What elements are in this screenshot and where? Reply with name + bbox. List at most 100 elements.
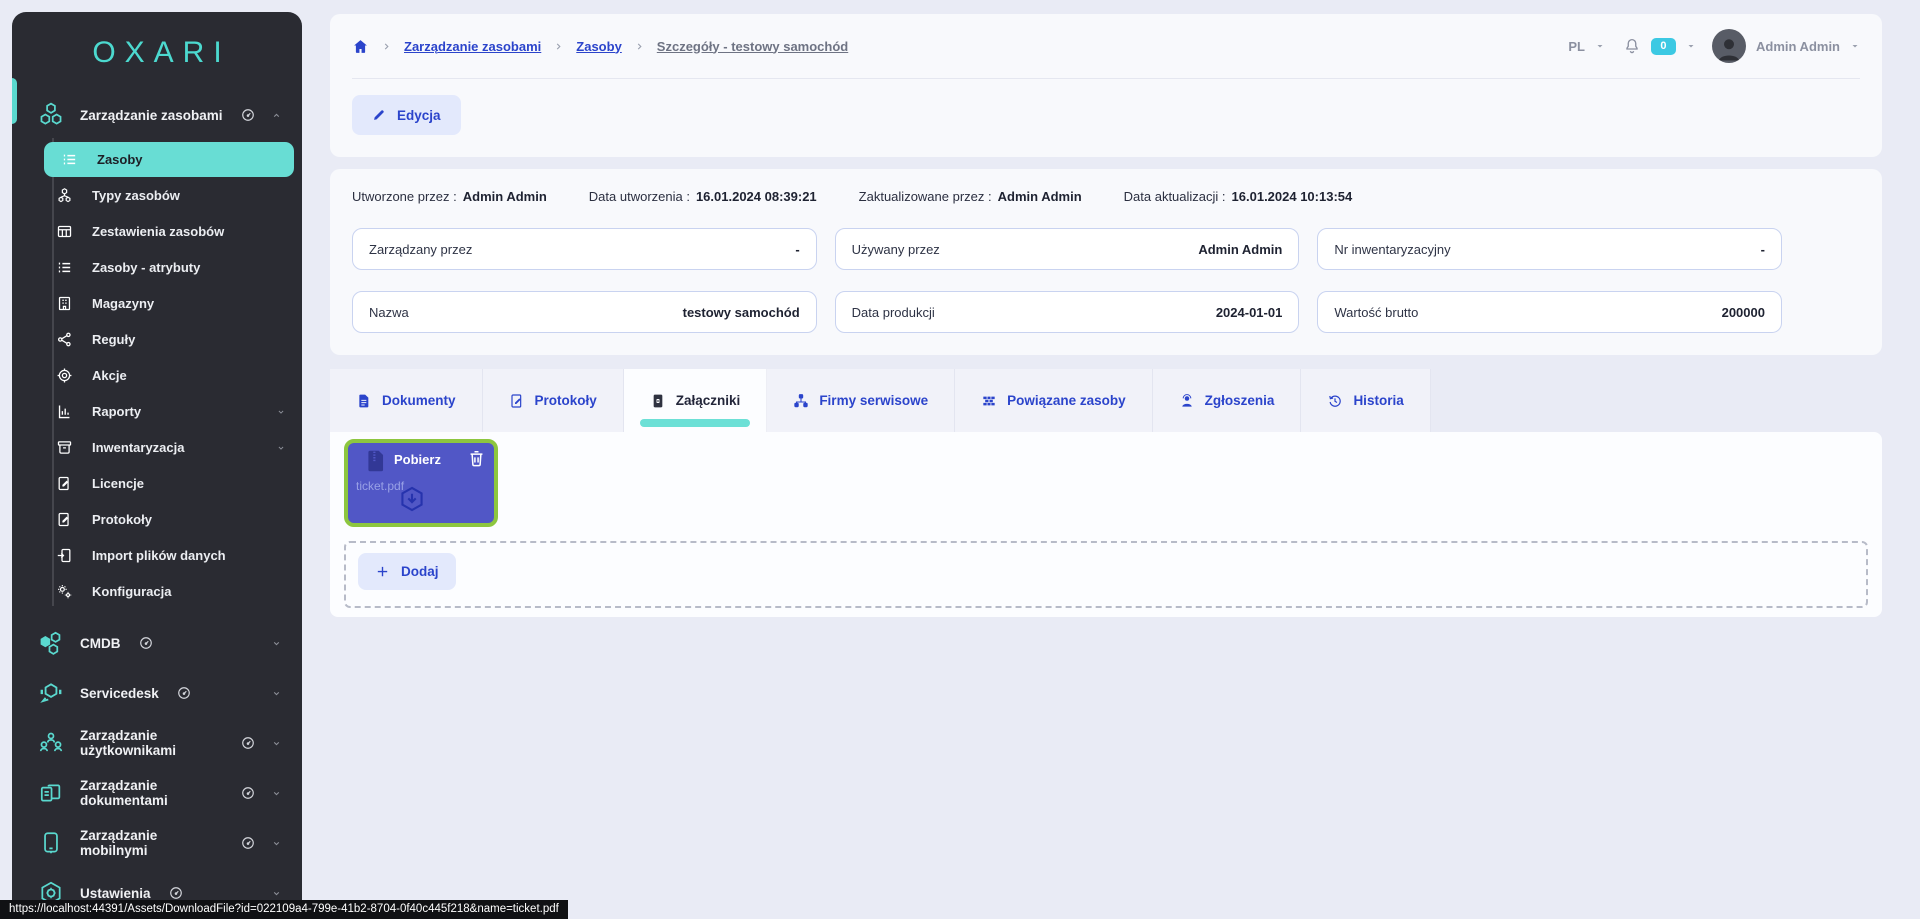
pencil-icon bbox=[372, 108, 386, 122]
details-card: Utworzone przez : Admin Admin Data utwor… bbox=[330, 169, 1882, 355]
field-uzywany-przez[interactable]: Używany przez Admin Admin bbox=[835, 228, 1300, 270]
sidebar-item-reguly[interactable]: Reguły bbox=[12, 322, 302, 357]
sidebar-item-licencje[interactable]: Licencje bbox=[12, 466, 302, 501]
sidebar-item-label: Raporty bbox=[92, 404, 141, 419]
attachment-tile-ticket-pdf[interactable]: Pobierz ticket.pdf bbox=[344, 439, 498, 527]
sidebar-group-zarzadzanie-mobilnymi[interactable]: Zarządzanie mobilnymi bbox=[12, 818, 302, 868]
tab-firmy-serwisowe[interactable]: Firmy serwisowe bbox=[767, 369, 955, 432]
chevron-down-icon bbox=[271, 638, 282, 649]
notification-badge[interactable]: 0 bbox=[1651, 38, 1676, 55]
sidebar-group-zarzadzanie-zasobami[interactable]: Zarządzanie zasobami bbox=[12, 90, 302, 140]
sidebar: OXARI Zarządzanie zasobami Zasoby bbox=[12, 12, 302, 919]
sidebar-item-label: Zestawienia zasobów bbox=[92, 224, 224, 239]
meta-label: Data aktualizacji : bbox=[1124, 189, 1226, 204]
meta-label: Utworzone przez : bbox=[352, 189, 457, 204]
meta-updated-date: Data aktualizacji : 16.01.2024 10:13:54 bbox=[1124, 189, 1353, 204]
field-data-produkcji[interactable]: Data produkcji 2024-01-01 bbox=[835, 291, 1300, 333]
tab-zgloszenia[interactable]: Zgłoszenia bbox=[1153, 369, 1302, 432]
bell-icon[interactable] bbox=[1623, 37, 1641, 55]
headset-icon bbox=[38, 680, 64, 706]
field-nr-inwentaryzacyjny[interactable]: Nr inwentaryzacyjny - bbox=[1317, 228, 1782, 270]
chevron-down-icon bbox=[271, 688, 282, 699]
list-icon bbox=[56, 259, 73, 276]
meta-row: Utworzone przez : Admin Admin Data utwor… bbox=[352, 189, 1860, 204]
chevron-down-icon[interactable] bbox=[1595, 41, 1605, 51]
chevron-down-icon bbox=[271, 888, 282, 899]
add-button[interactable]: Dodaj bbox=[358, 553, 456, 590]
meta-created-by: Utworzone przez : Admin Admin bbox=[352, 189, 547, 204]
trash-icon[interactable] bbox=[467, 449, 486, 468]
sidebar-group-label: Zarządzanie dokumentami bbox=[80, 778, 223, 808]
sidebar-item-akcje[interactable]: Akcje bbox=[12, 358, 302, 393]
sidebar-groups: CMDB Servicedesk bbox=[12, 618, 302, 918]
field-zarzadzany-przez[interactable]: Zarządzany przez - bbox=[352, 228, 817, 270]
tab-zalaczniki[interactable]: Załączniki bbox=[624, 369, 768, 432]
person-icon bbox=[1179, 393, 1195, 409]
user-name[interactable]: Admin Admin bbox=[1756, 39, 1840, 54]
sidebar-group-zarzadzanie-uzytkownikami[interactable]: Zarządzanie użytkownikami bbox=[12, 718, 302, 768]
breadcrumb: Zarządzanie zasobami Zasoby Szczegóły - … bbox=[352, 38, 848, 55]
chevron-down-icon bbox=[271, 738, 282, 749]
avatar[interactable] bbox=[1712, 29, 1746, 63]
breadcrumb-current[interactable]: Szczegóły - testowy samochód bbox=[657, 39, 848, 54]
meta-label: Zaktualizowane przez : bbox=[859, 189, 992, 204]
chevron-down-icon[interactable] bbox=[1850, 41, 1860, 51]
sidebar-item-label: Import plików danych bbox=[92, 548, 226, 563]
sidebar-item-inwentaryzacja[interactable]: Inwentaryzacja bbox=[12, 430, 302, 465]
sidebar-item-label: Inwentaryzacja bbox=[92, 440, 185, 455]
breadcrumb-link-zasoby[interactable]: Zasoby bbox=[576, 39, 622, 54]
tab-protokoly[interactable]: Protokoły bbox=[483, 369, 624, 432]
inventory-box-icon bbox=[56, 439, 73, 456]
sidebar-item-zasoby-atrybuty[interactable]: Zasoby - atrybuty bbox=[12, 250, 302, 285]
sidebar-group-servicedesk[interactable]: Servicedesk bbox=[12, 668, 302, 718]
tab-dokumenty[interactable]: Dokumenty bbox=[330, 369, 483, 432]
field-wartosc-brutto[interactable]: Wartość brutto 200000 bbox=[1317, 291, 1782, 333]
tab-powiazane-zasoby[interactable]: Powiązane zasoby bbox=[955, 369, 1153, 432]
list-icon bbox=[61, 151, 78, 168]
edit-button[interactable]: Edycja bbox=[352, 95, 461, 135]
field-value: 2024-01-01 bbox=[1216, 305, 1283, 320]
chevron-down-icon bbox=[271, 788, 282, 799]
sidebar-item-zestawienia-zasobow[interactable]: Zestawienia zasobów bbox=[12, 214, 302, 249]
meta-label: Data utworzenia : bbox=[589, 189, 690, 204]
fields-grid: Zarządzany przez - Używany przez Admin A… bbox=[352, 228, 1782, 333]
sidebar-group-label: CMDB bbox=[80, 636, 121, 651]
tab-historia[interactable]: Historia bbox=[1301, 369, 1430, 432]
sidebar-group-label: Zarządzanie zasobami bbox=[80, 108, 223, 123]
sidebar-item-import-plikow[interactable]: Import plików danych bbox=[12, 538, 302, 573]
sidebar-item-konfiguracja[interactable]: Konfiguracja bbox=[12, 574, 302, 609]
field-label: Nr inwentaryzacyjny bbox=[1334, 242, 1450, 257]
field-value: Admin Admin bbox=[1198, 242, 1282, 257]
download-label[interactable]: Pobierz bbox=[394, 452, 441, 467]
sidebar-item-raporty[interactable]: Raporty bbox=[12, 394, 302, 429]
field-nazwa[interactable]: Nazwa testowy samochód bbox=[352, 291, 817, 333]
home-icon[interactable] bbox=[352, 38, 369, 55]
chevron-down-icon[interactable] bbox=[1686, 41, 1696, 51]
sidebar-item-typy-zasobow[interactable]: Typy zasobów bbox=[12, 178, 302, 213]
meta-value: 16.01.2024 08:39:21 bbox=[696, 189, 817, 204]
warehouse-icon bbox=[56, 295, 73, 312]
gauge-badge-icon bbox=[241, 786, 255, 800]
field-value: testowy samochód bbox=[683, 305, 800, 320]
meta-value: Admin Admin bbox=[463, 189, 547, 204]
share-nodes-icon bbox=[56, 331, 73, 348]
meta-value: Admin Admin bbox=[998, 189, 1082, 204]
field-label: Data produkcji bbox=[852, 305, 935, 320]
sidebar-group-cmdb[interactable]: CMDB bbox=[12, 618, 302, 668]
sidebar-group-label: Zarządzanie użytkownikami bbox=[80, 728, 223, 758]
sidebar-group-zarzadzanie-dokumentami[interactable]: Zarządzanie dokumentami bbox=[12, 768, 302, 818]
sitemap-icon bbox=[793, 393, 809, 409]
tab-label: Historia bbox=[1353, 393, 1403, 408]
sidebar-item-protokoly[interactable]: Protokoły bbox=[12, 502, 302, 537]
language-selector[interactable]: PL bbox=[1568, 39, 1585, 54]
download-hexagon-icon[interactable] bbox=[398, 485, 426, 513]
sidebar-item-magazyny[interactable]: Magazyny bbox=[12, 286, 302, 321]
chevron-down-icon bbox=[276, 443, 286, 453]
add-attachment-dropzone[interactable]: Dodaj bbox=[344, 541, 1868, 608]
gears-icon bbox=[56, 583, 73, 600]
breadcrumb-link-zarzadzanie-zasobami[interactable]: Zarządzanie zasobami bbox=[404, 39, 541, 54]
sidebar-item-zasoby[interactable]: Zasoby bbox=[44, 142, 294, 177]
tab-label: Protokoły bbox=[535, 393, 597, 408]
app-logo: OXARI bbox=[12, 36, 302, 70]
sidebar-item-label: Protokoły bbox=[92, 512, 152, 527]
